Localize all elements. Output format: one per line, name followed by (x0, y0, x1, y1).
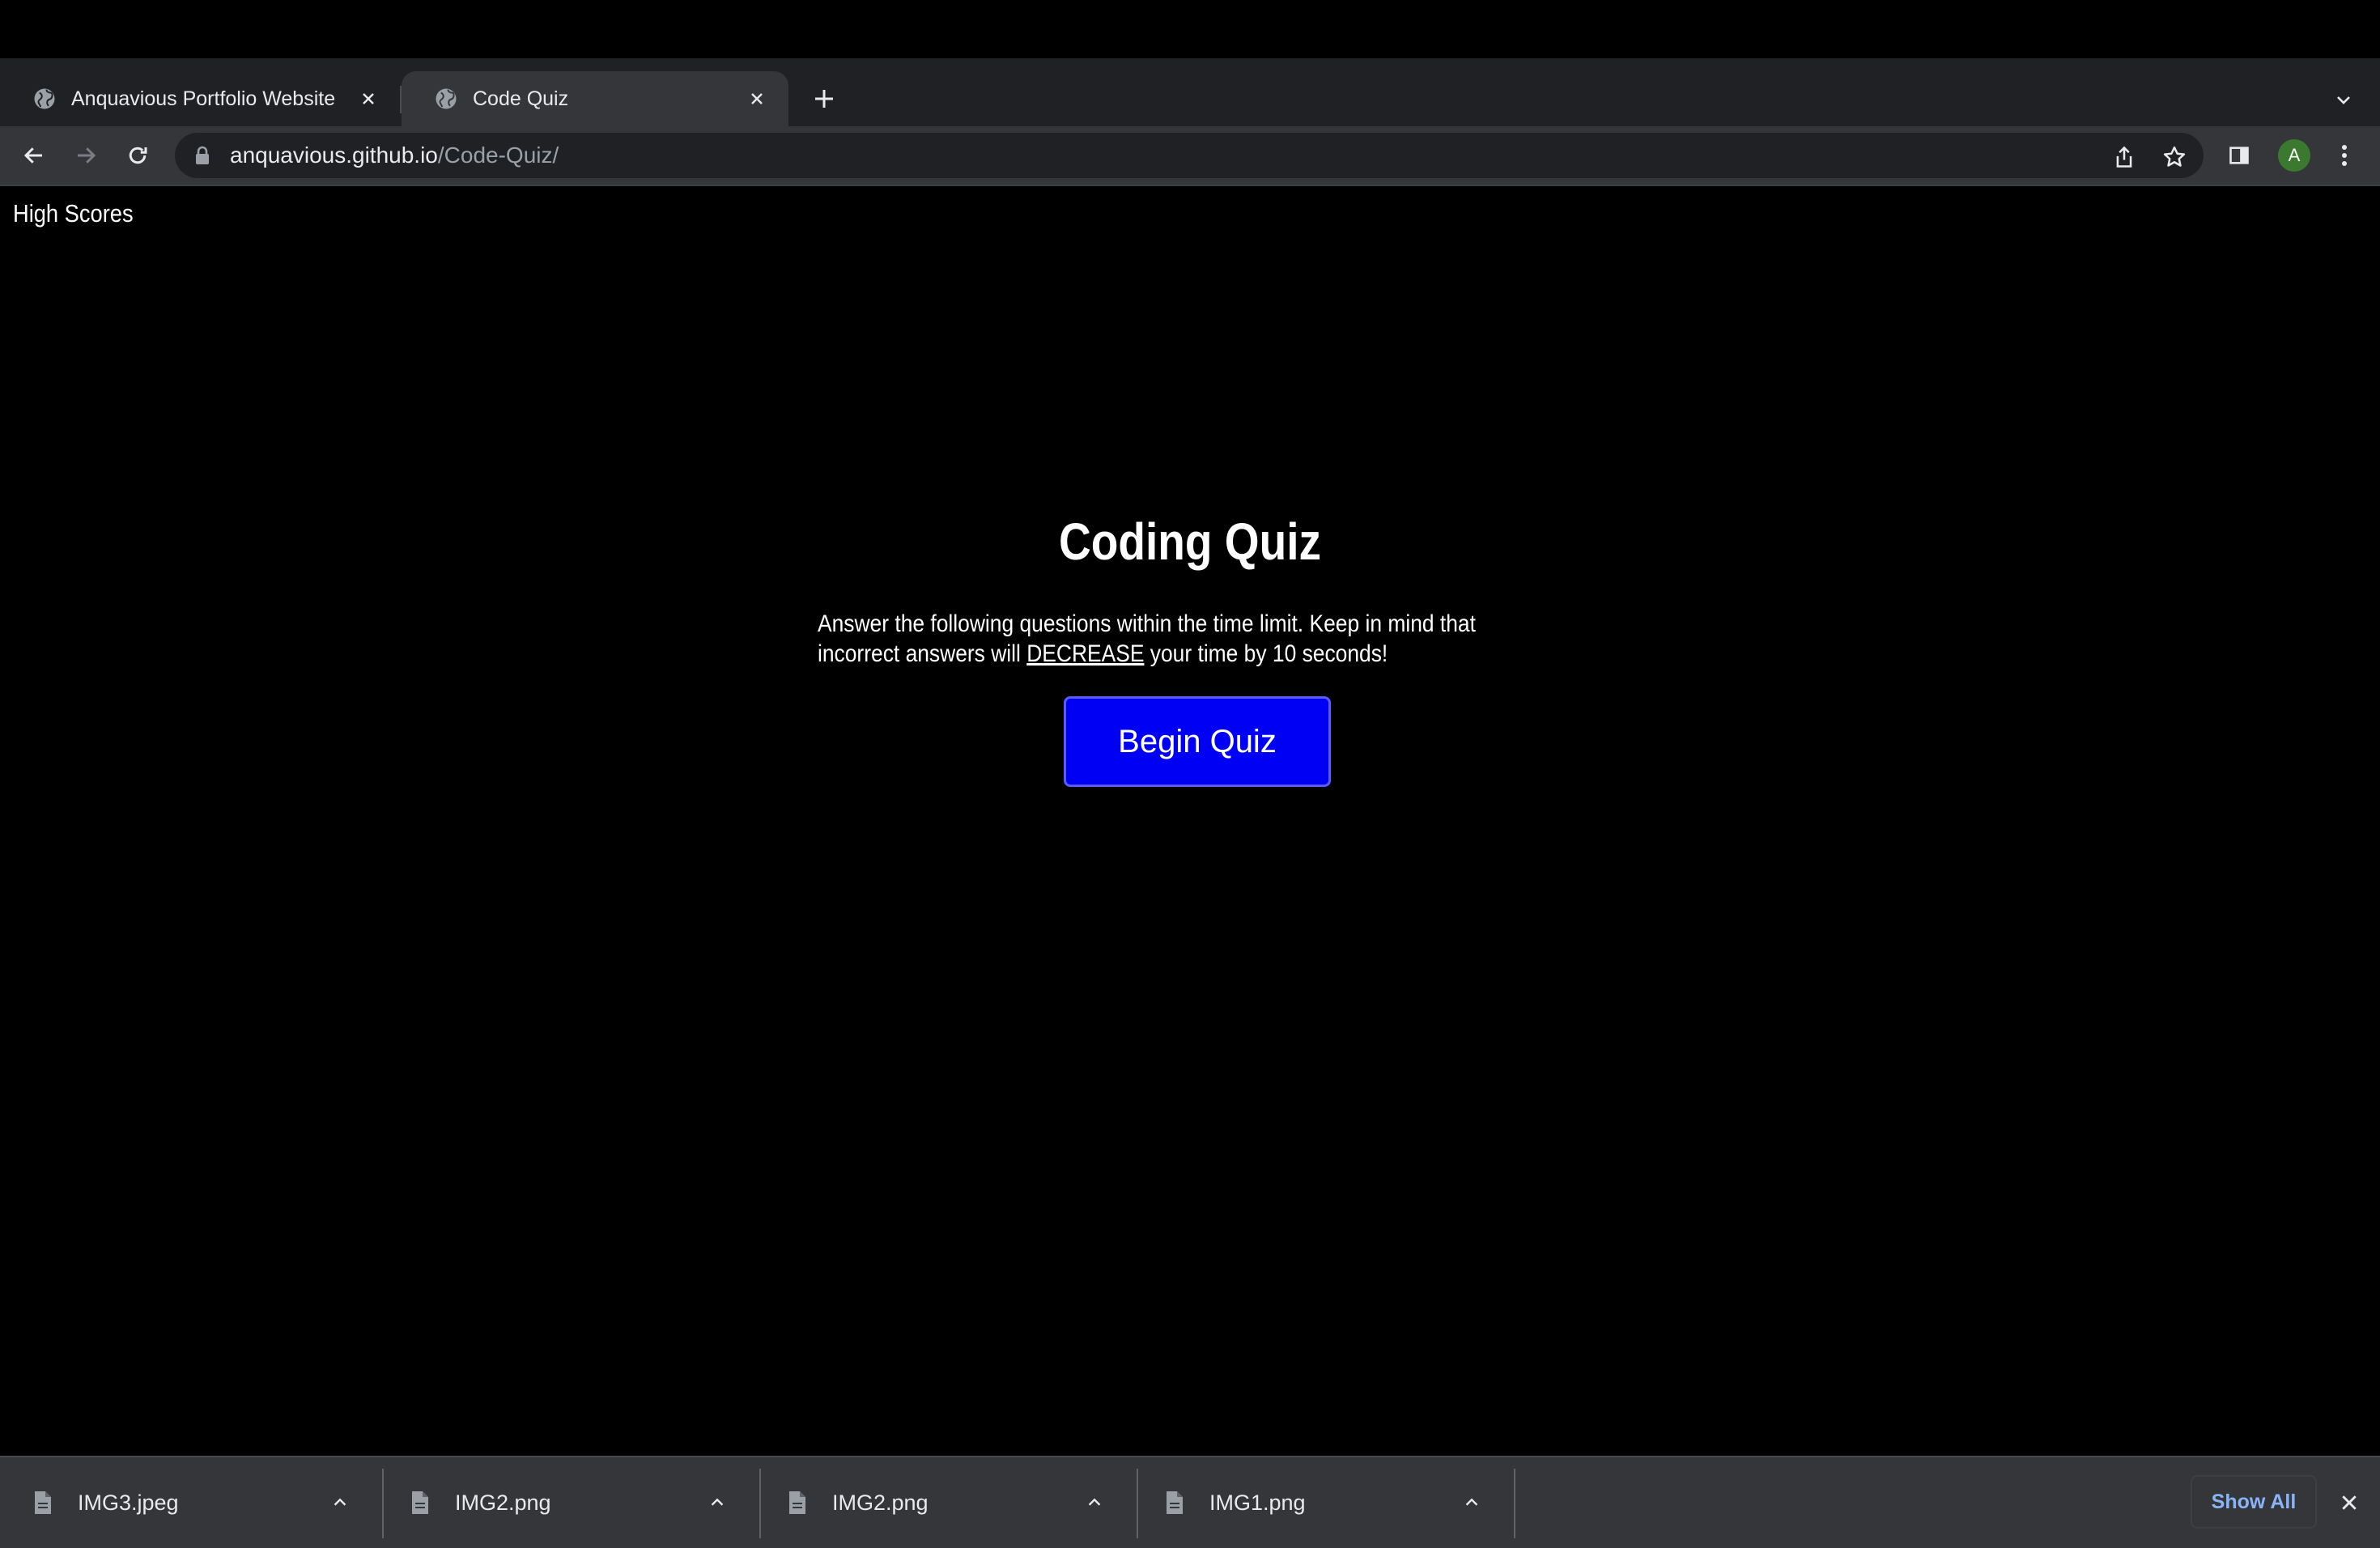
tab-strip: Anquavious Portfolio Website Code Quiz (0, 58, 2380, 126)
tab-title: Code Quiz (473, 87, 569, 110)
download-shelf: IMG3.jpeg IMG2.png IMG2.png IMG1.png Sho… (0, 1456, 2380, 1548)
download-item[interactable]: IMG1.png (1132, 1457, 1507, 1548)
file-icon (1164, 1490, 1185, 1516)
file-icon (787, 1490, 808, 1516)
reload-icon (129, 147, 147, 164)
url-path: /Code-Quiz/ (437, 142, 559, 168)
instructions-text-end: your time by 10 seconds! (1144, 640, 1388, 667)
download-filename: IMG2.png (455, 1490, 551, 1515)
download-item[interactable]: IMG3.jpeg (0, 1457, 376, 1548)
profile-avatar[interactable]: A (2278, 139, 2310, 172)
download-item[interactable]: IMG2.png (377, 1457, 753, 1548)
browser-toolbar: anquavious.github.io/Code-Quiz/ A (0, 126, 2380, 185)
side-panel-button[interactable] (2221, 138, 2257, 173)
more-vertical-icon (2342, 145, 2347, 166)
begin-quiz-button[interactable]: Begin Quiz (1064, 696, 1331, 787)
quiz-instructions: Answer the following questions within th… (818, 609, 1502, 669)
forward-button[interactable] (68, 138, 104, 173)
chevron-up-icon[interactable] (1078, 1486, 1111, 1519)
new-tab-button[interactable] (806, 81, 842, 117)
show-all-downloads-button[interactable]: Show All (2191, 1475, 2317, 1529)
url-text[interactable]: anquavious.github.io/Code-Quiz/ (230, 133, 559, 178)
download-divider (1514, 1469, 1515, 1538)
reload-button[interactable] (120, 138, 155, 173)
back-button[interactable] (16, 138, 52, 173)
address-bar[interactable]: anquavious.github.io/Code-Quiz/ (175, 133, 2204, 178)
close-shelf-button[interactable] (2331, 1485, 2367, 1520)
high-scores-link[interactable]: High Scores (13, 199, 134, 228)
plus-icon (815, 90, 833, 108)
globe-icon (32, 87, 57, 111)
url-host: anquavious.github.io (230, 142, 438, 168)
close-icon[interactable] (743, 85, 771, 113)
chevron-up-icon[interactable] (701, 1486, 733, 1519)
tab-portfolio[interactable]: Anquavious Portfolio Website (0, 71, 400, 126)
chevron-down-icon (2337, 96, 2350, 104)
file-icon (410, 1490, 431, 1516)
browser-menu-button[interactable] (2327, 138, 2362, 173)
download-filename: IMG3.jpeg (78, 1490, 179, 1515)
arrow-right-icon (78, 147, 96, 164)
window-titlebar (0, 0, 2380, 58)
close-icon (2342, 1495, 2357, 1510)
globe-icon (434, 87, 458, 111)
side-panel-icon (2229, 147, 2249, 164)
tab-code-quiz[interactable]: Code Quiz (402, 71, 788, 126)
tab-title: Anquavious Portfolio Website (71, 87, 336, 110)
close-icon[interactable] (355, 85, 382, 113)
page-viewport: High Scores Coding Quiz Answer the follo… (0, 186, 2380, 1456)
chevron-up-icon[interactable] (1456, 1486, 1488, 1519)
bookmark-star-icon[interactable] (2161, 144, 2187, 170)
download-item[interactable]: IMG2.png (754, 1457, 1130, 1548)
chevron-up-icon[interactable] (324, 1486, 356, 1519)
instructions-emphasis: DECREASE (1026, 640, 1145, 667)
page-title: Coding Quiz (1058, 512, 1322, 571)
download-filename: IMG1.png (1209, 1490, 1306, 1515)
share-icon[interactable] (2111, 144, 2137, 170)
arrow-left-icon (23, 147, 42, 164)
tab-search-button[interactable] (2327, 83, 2361, 117)
lock-icon[interactable] (194, 146, 210, 165)
file-icon (32, 1490, 53, 1516)
download-filename: IMG2.png (832, 1490, 929, 1515)
